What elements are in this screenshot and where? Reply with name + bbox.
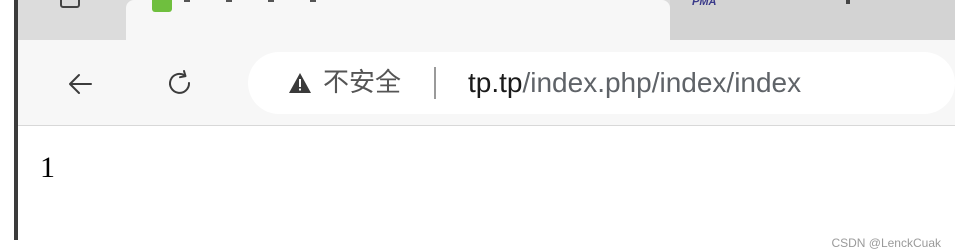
- url-path: /index.php/index/index: [522, 67, 802, 98]
- browser-toolbar: 不安全 tp.tp/index.php/index/index: [18, 40, 955, 126]
- page-body-text: 1: [40, 151, 55, 184]
- back-button[interactable]: [58, 62, 102, 106]
- address-separator: [434, 67, 436, 99]
- address-bar[interactable]: 不安全 tp.tp/index.php/index/index: [248, 52, 955, 114]
- page-content: 1: [18, 127, 955, 240]
- tab-current[interactable]: [126, 0, 670, 40]
- tab-close-icon[interactable]: [846, 0, 850, 4]
- tab-title-pma: PMA: [692, 0, 717, 8]
- watermark: CSDN @LenckCuak: [831, 236, 941, 250]
- reload-button[interactable]: [158, 62, 202, 106]
- reload-icon: [169, 70, 191, 94]
- arrow-left-icon: [69, 74, 92, 94]
- security-status-label[interactable]: 不安全: [323, 68, 401, 98]
- tab-previous[interactable]: [18, 0, 126, 40]
- tab-pma[interactable]: PMA: [670, 0, 955, 40]
- tab-title: [184, 0, 484, 6]
- url-host: tp.tp: [468, 67, 523, 98]
- url-text[interactable]: tp.tp/index.php/index/index: [468, 67, 801, 99]
- browser-window: PMA 不安全 tp.tp/index.php/index/index 1 CS…: [0, 0, 955, 252]
- site-favicon-icon: [152, 0, 172, 12]
- warning-triangle-icon[interactable]: [288, 72, 312, 94]
- tab-actions-icon[interactable]: [60, 0, 80, 8]
